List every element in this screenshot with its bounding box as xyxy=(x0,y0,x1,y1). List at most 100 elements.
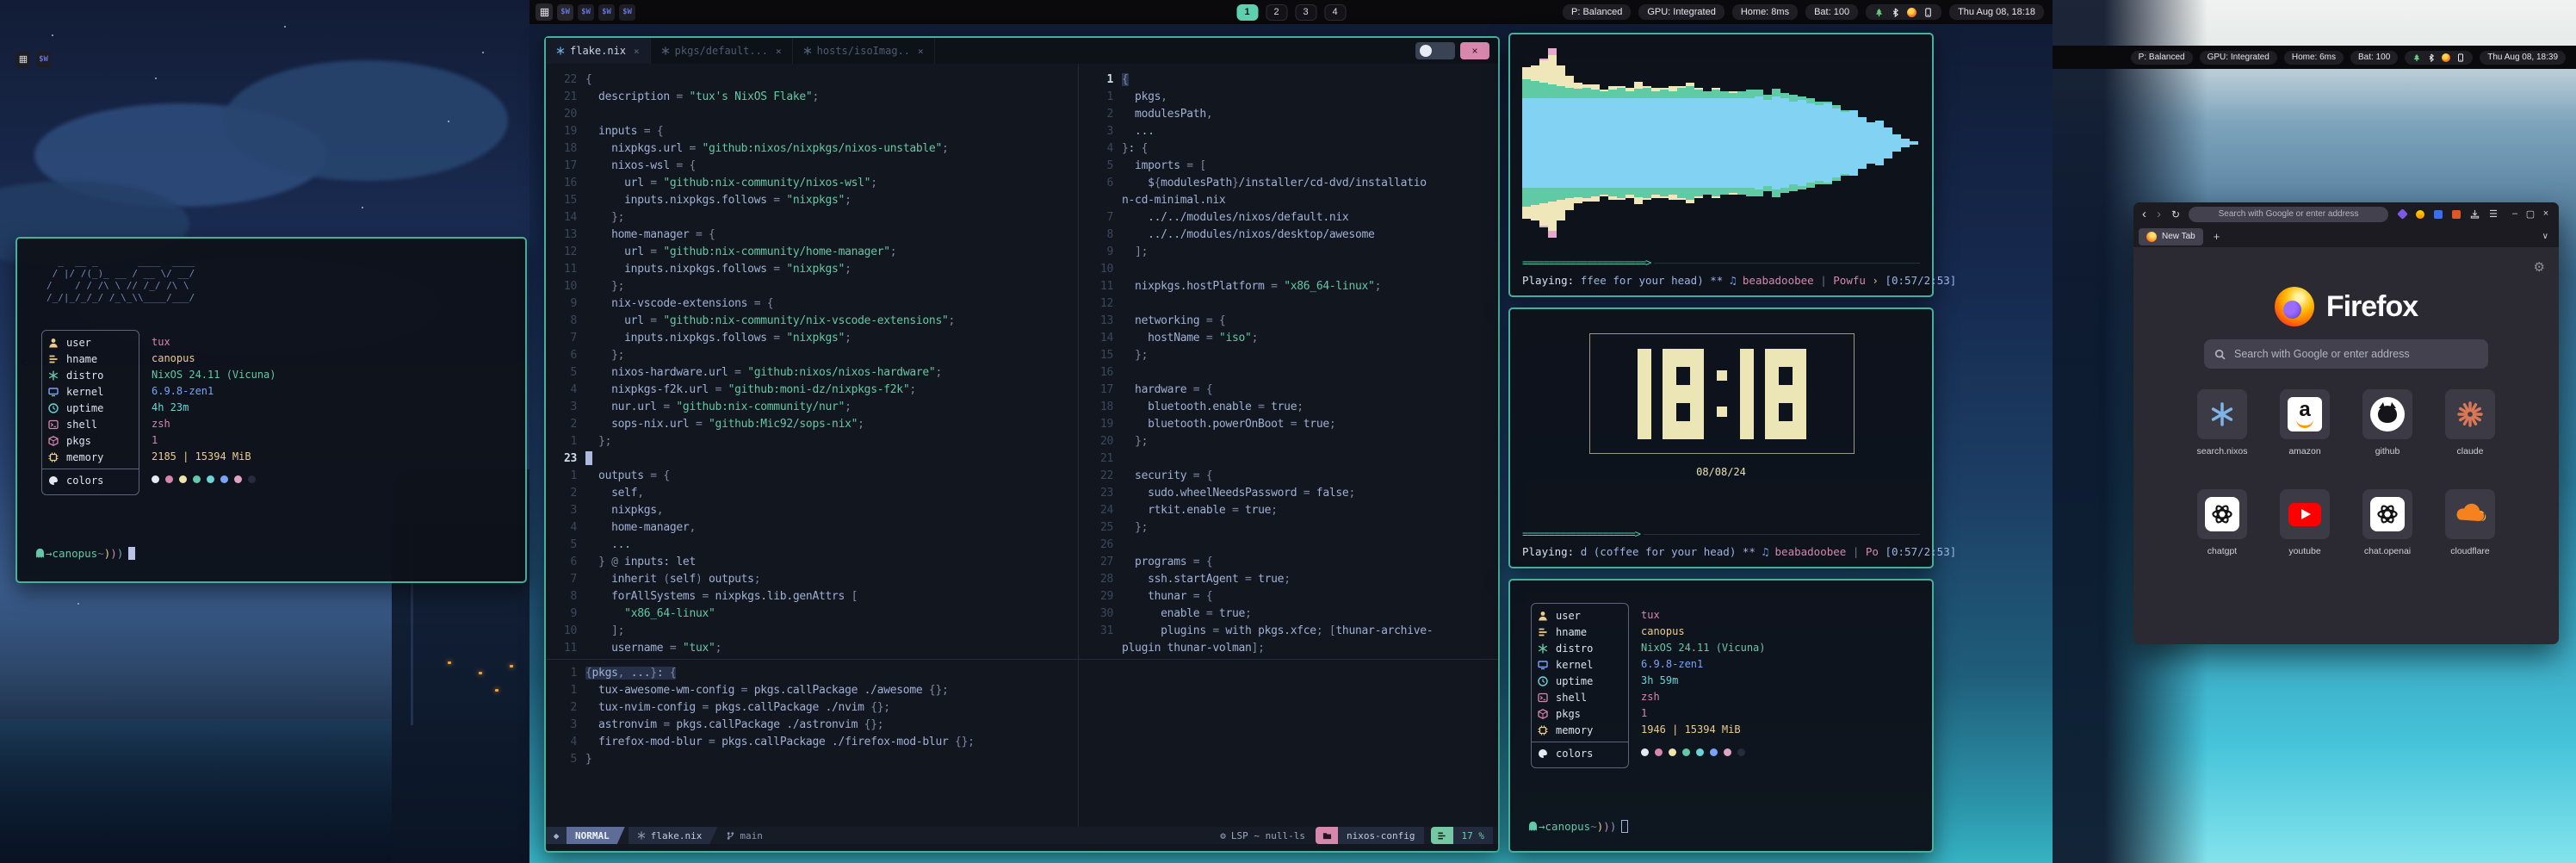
tag-button-left[interactable]: $W xyxy=(36,52,51,68)
line-number: 29 xyxy=(1082,590,1122,603)
left-partial-bar: $W xyxy=(0,47,529,71)
extension-gem-icon[interactable] xyxy=(2397,208,2408,220)
extension-swoosh-icon[interactable] xyxy=(2416,210,2424,219)
close-button[interactable]: × xyxy=(1460,42,1489,59)
terminal-clock-window[interactable]: 08/08/24=====================>Playing: d… xyxy=(1508,307,1934,568)
workspace-button-4[interactable]: 4 xyxy=(1324,4,1346,21)
url-bar[interactable]: Search with Google or enter address xyxy=(2189,207,2388,222)
active-tab[interactable]: New Tab xyxy=(2139,228,2203,245)
tab-close-icon[interactable]: × xyxy=(634,46,640,57)
fetch-value: 3h 59m xyxy=(1641,674,1678,686)
terminal-cava-window[interactable]: =======================>Playing: ffee fo… xyxy=(1508,33,1934,297)
clock-pill[interactable]: Thu Aug 08, 18:18 xyxy=(1949,4,2044,20)
line-number: 16 xyxy=(546,177,585,189)
clock-cell xyxy=(1715,385,1729,403)
editor-tab-hosts-isoImag-[interactable]: hosts/isoImag.. × xyxy=(793,38,935,64)
tab-overflow-chevron-icon[interactable]: ∨ xyxy=(2542,232,2548,241)
fetch-row: user xyxy=(48,334,91,351)
system-tray[interactable] xyxy=(1866,4,1941,20)
close-button[interactable]: × xyxy=(2538,208,2554,220)
snow-icon xyxy=(1538,643,1548,654)
cava-segment xyxy=(1608,90,1617,98)
openai-glyph xyxy=(2205,497,2239,531)
tag-button-1[interactable]: $W xyxy=(557,4,573,21)
cava-segment xyxy=(1660,196,1669,198)
flake-line: 13 home-manager = { xyxy=(546,226,1074,243)
firefox-window[interactable]: ‹ › ↻ Search with Google or enter address ☰–… xyxy=(2133,202,2559,644)
cava-column xyxy=(1720,91,1729,195)
extension-proxy-icon[interactable] xyxy=(2452,210,2461,219)
editor-tab-pkgs-default-[interactable]: pkgs/default...× xyxy=(651,38,793,64)
git-branch[interactable]: main xyxy=(726,827,763,844)
status-pill: P: Balanced xyxy=(2131,51,2193,65)
status-pill: GPU: Integrated xyxy=(2200,51,2277,65)
cava-segment xyxy=(1625,98,1634,188)
clock-cell xyxy=(1765,403,1779,421)
cava-segment xyxy=(1712,188,1720,196)
personalize-gear-icon[interactable]: ⚙ xyxy=(2534,259,2545,275)
back-button[interactable]: ‹ xyxy=(2142,207,2146,221)
workspace-button-3[interactable]: 3 xyxy=(1295,4,1316,21)
fetch-row: uptime xyxy=(48,400,103,416)
search-input[interactable]: Search with Google or enter address xyxy=(2204,339,2488,369)
color-swatch xyxy=(179,475,187,483)
tag-button-4[interactable]: $W xyxy=(619,4,635,21)
shortcut-tile-youtube[interactable]: youtube xyxy=(2275,489,2335,556)
prompt-caret: ) xyxy=(104,547,111,560)
forward-button[interactable]: › xyxy=(2157,207,2161,221)
shell-prompt[interactable]: → canopus ~ ))) xyxy=(34,547,135,560)
shortcut-tile-claude[interactable]: claude xyxy=(2440,389,2500,456)
line-number: 15 xyxy=(546,194,585,207)
terminal-fastfetch-right[interactable]: usertuxhnamecanopusdistroNixOS 24.11 (Vi… xyxy=(1508,579,1934,853)
tag-button-2[interactable]: $W xyxy=(578,4,594,21)
shortcut-tile-chatgpt[interactable]: chatgpt xyxy=(2192,489,2252,556)
extension-container-icon[interactable] xyxy=(2434,210,2443,219)
tree-icon xyxy=(1874,8,1884,17)
flake-line: 15 inputs.nixpkgs.follows = "nixpkgs"; xyxy=(546,191,1074,208)
shortcut-tile-chat-openai[interactable]: chat.openai xyxy=(2357,489,2418,556)
shortcut-tile-amazon[interactable]: aamazon xyxy=(2275,389,2335,456)
line-number: 24 xyxy=(1082,504,1122,517)
line-number: 6 xyxy=(546,556,585,568)
tab-label: hosts/isoImag.. xyxy=(817,45,910,57)
new-tab-button[interactable]: + xyxy=(2214,230,2220,243)
editor-tab-flake-nix[interactable]: flake.nix× xyxy=(546,38,651,64)
maximize-button[interactable]: ▢ xyxy=(2523,208,2538,220)
system-tray-right[interactable] xyxy=(2405,51,2473,65)
github-icon xyxy=(2362,389,2412,439)
save-page-icon[interactable] xyxy=(2470,209,2480,219)
cava-segment xyxy=(1772,96,1780,189)
workspace-button-2[interactable]: 2 xyxy=(1266,4,1287,21)
cava-segment xyxy=(1867,122,1875,164)
shortcut-tile-search-nixos[interactable]: search.nixos xyxy=(2192,389,2252,456)
tab-close-icon[interactable]: × xyxy=(776,46,782,57)
clock-pill-right[interactable]: Thu Aug 08, 18:39 xyxy=(2480,51,2566,65)
project-name[interactable]: nixos-config xyxy=(1338,827,1423,844)
reload-button[interactable]: ↻ xyxy=(2171,208,2180,220)
color-swatch xyxy=(193,475,201,483)
shortcut-tile-cloudflare[interactable]: cloudflare xyxy=(2440,489,2500,556)
cava-column xyxy=(1815,102,1824,184)
minimize-button[interactable]: – xyxy=(2507,208,2523,220)
cava-segment xyxy=(1703,91,1712,98)
shortcut-tile-github[interactable]: github xyxy=(2357,389,2418,456)
statusline-file[interactable]: flake.nix xyxy=(629,827,718,844)
village-light xyxy=(479,672,482,674)
fetch-key: shell xyxy=(1556,692,1587,704)
cava-segment xyxy=(1677,88,1686,98)
cava-segment xyxy=(1539,203,1548,226)
clock-cell xyxy=(1779,367,1793,385)
line-content: thunar = { xyxy=(1122,590,1212,603)
workspace-button-1[interactable]: 1 xyxy=(1236,4,1258,21)
cava-segment xyxy=(1720,91,1729,98)
tab-close-icon[interactable]: × xyxy=(918,46,924,57)
neovim-editor-window[interactable]: flake.nix×pkgs/default...×hosts/isoImag.… xyxy=(544,36,1500,853)
toggle-button[interactable] xyxy=(1415,42,1455,59)
launcher-button-left[interactable] xyxy=(15,52,30,68)
tag-button-3[interactable]: $W xyxy=(598,4,615,21)
menu-hamburger-icon[interactable]: ☰ xyxy=(2489,208,2498,220)
terminal-fastfetch-left[interactable]: _ __ _ ____ ____ / |/ /(_)_ __ / __ \/ _… xyxy=(15,237,527,583)
launcher-button[interactable] xyxy=(536,3,553,21)
shell-prompt[interactable]: → canopus ~ ))) xyxy=(1527,820,1628,833)
firefox-logo-row: Firefox xyxy=(2133,287,2559,326)
